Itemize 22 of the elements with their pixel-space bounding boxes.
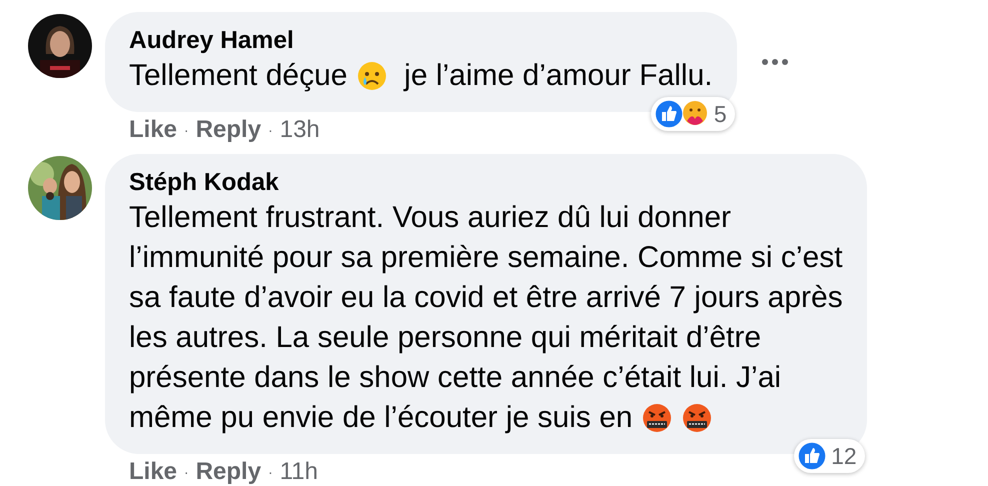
more-icon[interactable] xyxy=(760,58,789,66)
thumbs-up-icon xyxy=(797,441,828,471)
author-name[interactable]: Stéph Kodak xyxy=(129,168,843,198)
comment-time: 13h xyxy=(280,116,320,144)
author-name[interactable]: Audrey Hamel xyxy=(129,26,713,56)
reaction-badge[interactable]: 5 xyxy=(650,97,735,131)
separator-dot: · xyxy=(184,464,189,480)
comment-action-link[interactable]: Reply xyxy=(196,458,262,486)
separator-dot: · xyxy=(268,464,273,480)
separator-dot: · xyxy=(184,122,189,138)
comment-action-link[interactable]: Like xyxy=(129,458,178,486)
comment-text: Tellement déçue je l’aime d’amour Fallu. xyxy=(129,58,713,94)
comment-action-link[interactable]: Reply xyxy=(196,116,262,144)
thumbs-up-icon xyxy=(654,99,684,129)
separator-dot: · xyxy=(268,122,273,138)
cursing-emoji-icon xyxy=(680,402,713,434)
comment-time: 11h xyxy=(280,458,318,486)
comment-text: Tellement frustrant. Vous auriez dû lui donner l’immunité pour sa première semaine. Comme si c’est sa faute d’avoir eu la covid et être arrivé 7 jours après les autres. La seule personne qui méritait d’être présente dans le show cette année c’était lui. J’ai même pu envie de l’écouter je suis en xyxy=(129,200,843,436)
cursing-emoji-icon xyxy=(640,402,673,434)
sad-emoji-icon xyxy=(356,60,388,92)
reaction-badge[interactable]: 12 xyxy=(794,439,865,473)
comment-action-link[interactable]: Like xyxy=(129,116,178,144)
